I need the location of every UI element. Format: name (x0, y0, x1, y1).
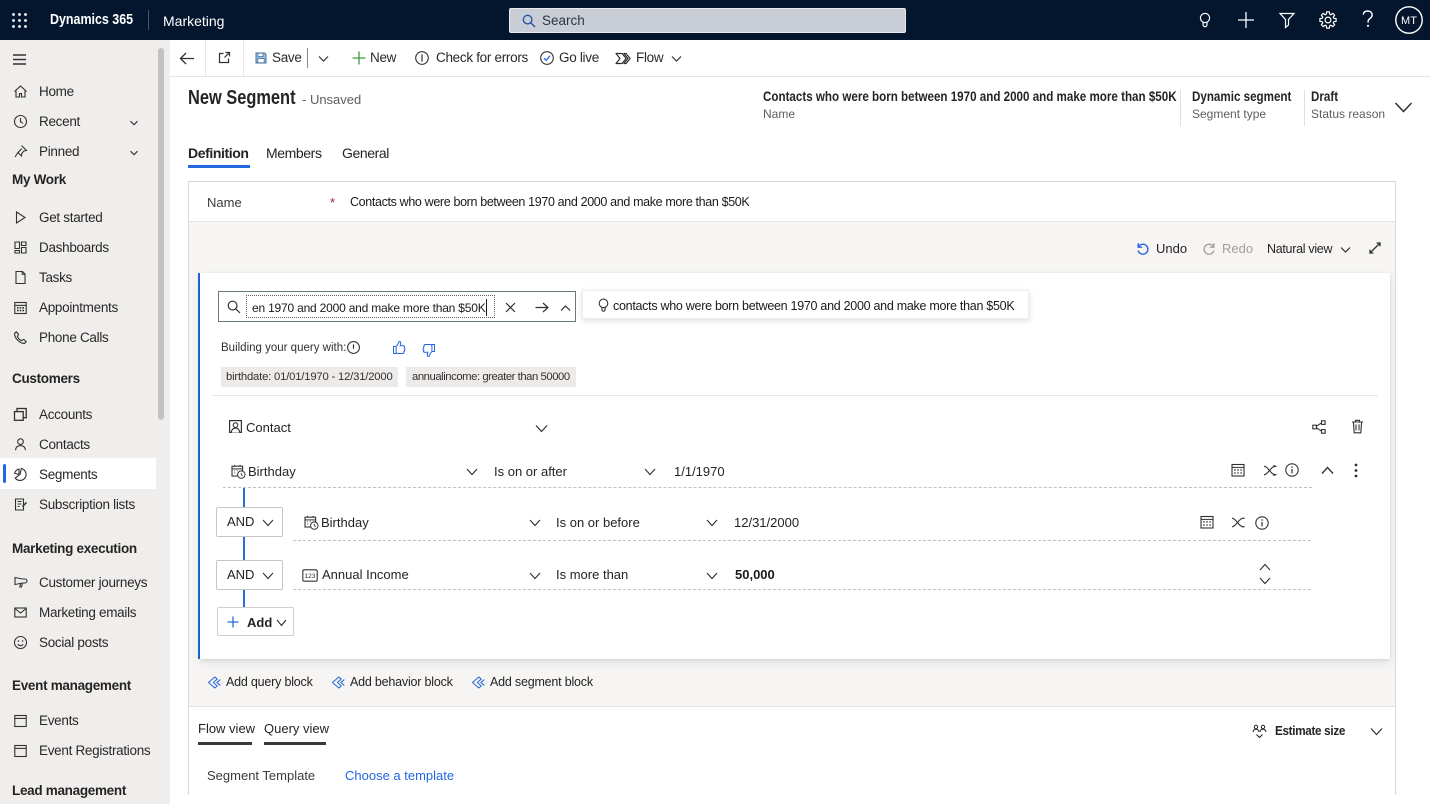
svg-text:MT: MT (1401, 15, 1417, 27)
svg-text:123: 123 (305, 573, 316, 580)
